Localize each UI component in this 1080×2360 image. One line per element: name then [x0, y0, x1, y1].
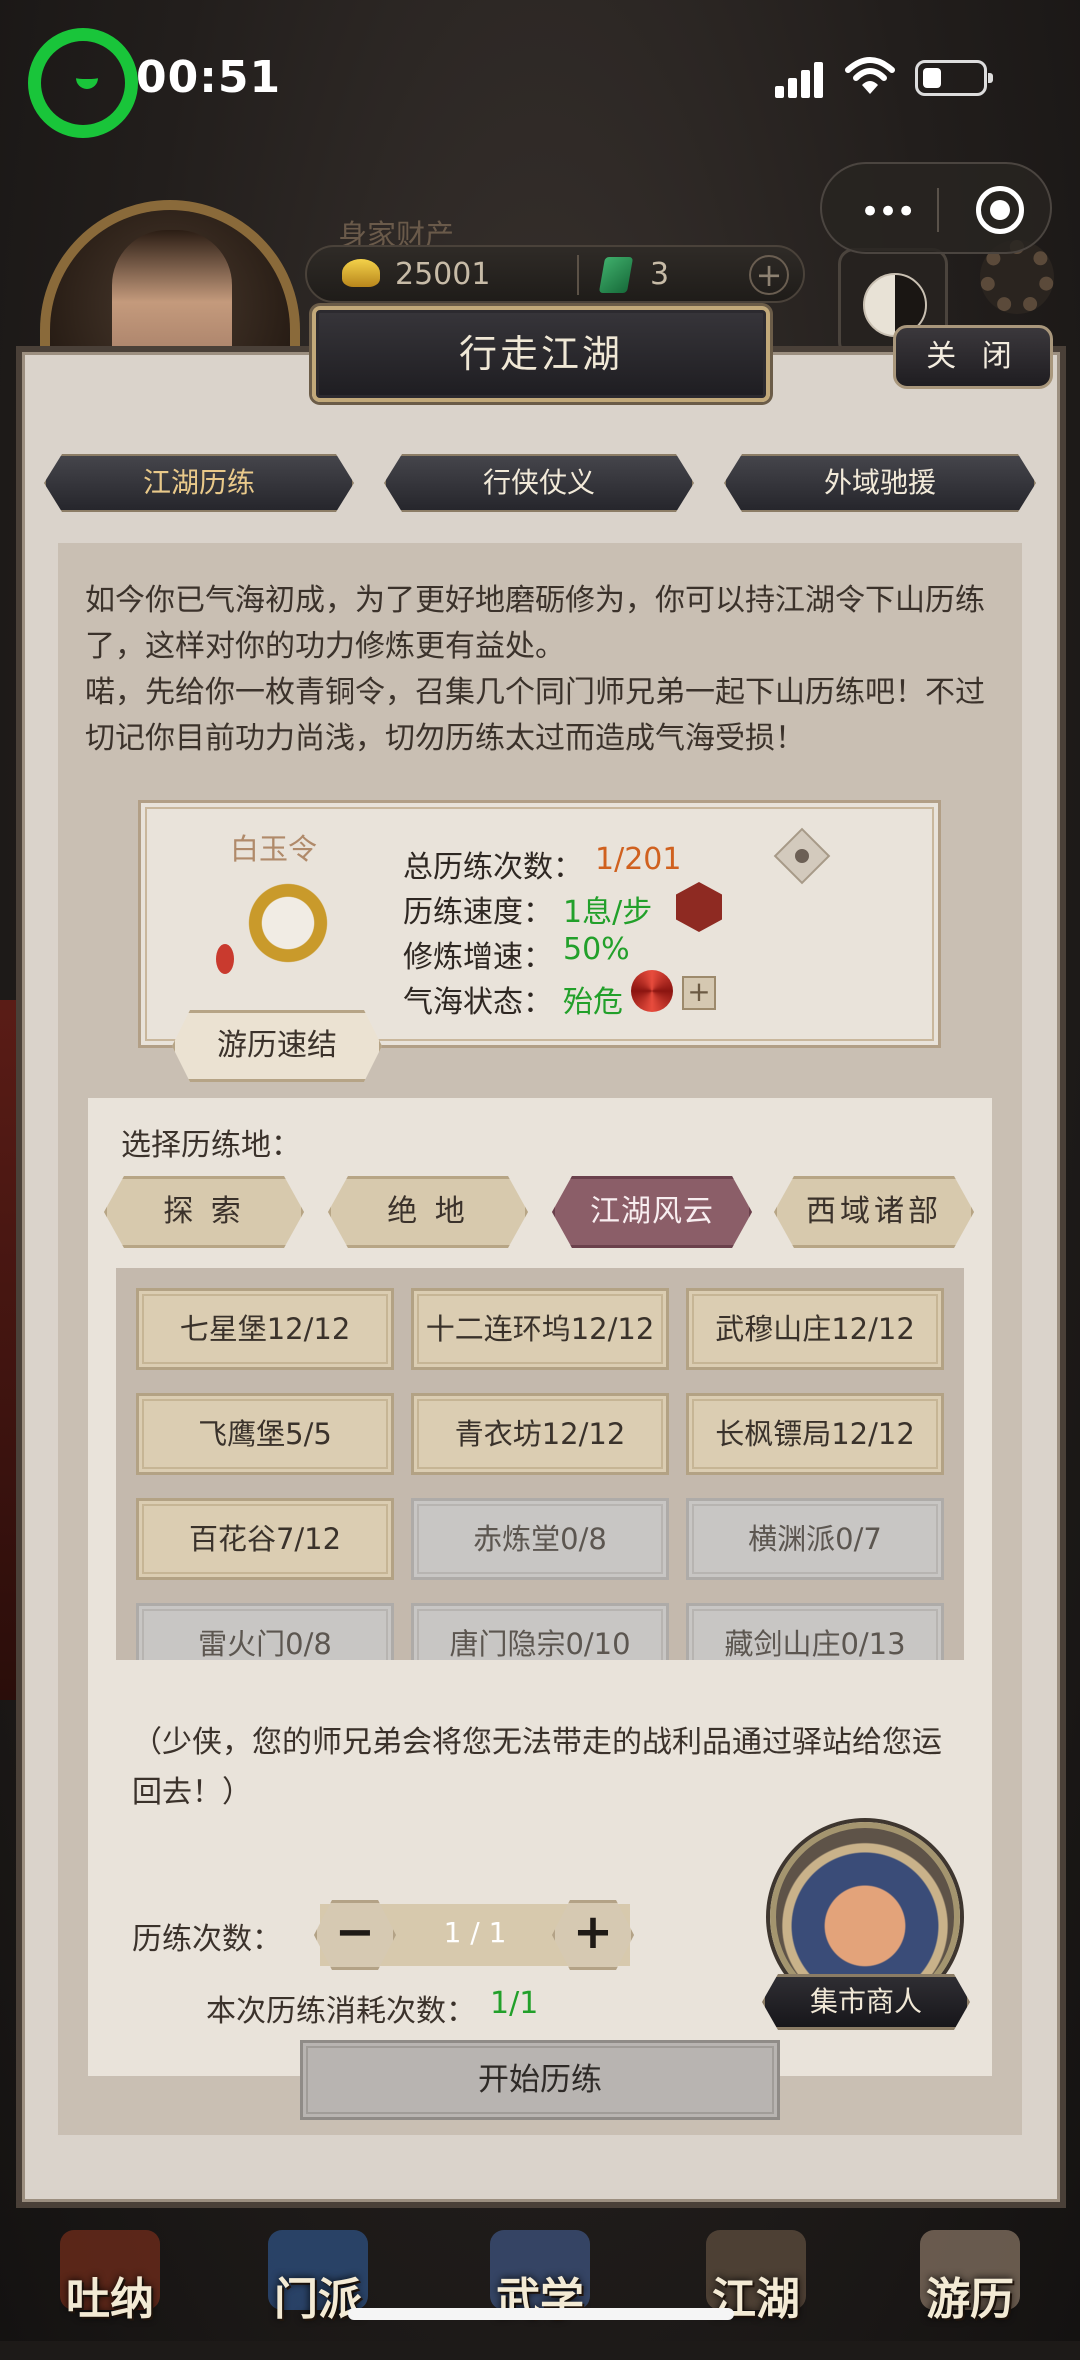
loot-note: （少侠，您的师兄弟会将您无法带走的战利品通过驿站给您运回去！）	[132, 1725, 942, 1810]
nav-item-tuna[interactable]: 吐纳	[20, 2230, 200, 2340]
miniprogram-capsule: •••	[820, 162, 1052, 254]
wifi-icon	[845, 57, 895, 94]
nav-item-jianghu[interactable]: 江湖	[666, 2230, 846, 2340]
stat-label-total: 总历练次数：	[403, 850, 583, 885]
intro-text: 如今你已气海初成，为了更好地磨砺修为，你可以持江湖令下山历练了，这样对你的功力修…	[85, 578, 1005, 762]
location-grid: 七星堡12/12 十二连环坞12/12 武穆山庄12/12 飞鹰堡5/5 青衣坊…	[116, 1268, 964, 1660]
gold-ingot-icon	[342, 259, 380, 287]
location-cell[interactable]: 七星堡12/12	[136, 1288, 394, 1370]
location-cell-locked[interactable]: 赤炼堂0/8	[411, 1498, 669, 1580]
gold-amount: 25001	[395, 257, 491, 292]
nav-item-sect[interactable]: 门派	[228, 2230, 408, 2340]
location-cell[interactable]: 十二连环坞12/12	[411, 1288, 669, 1370]
cellular-signal-icon	[775, 62, 823, 98]
tab-chivalry[interactable]: 行侠仗义	[384, 454, 694, 512]
location-cell-locked[interactable]: 藏剑山庄0/13	[686, 1603, 944, 1660]
stat-value-cultivation: 50%	[563, 932, 630, 967]
nav-item-martial-arts[interactable]: 武学	[450, 2230, 630, 2340]
intro-paragraph: 喏，先给你一枚青铜令，召集几个同门师兄弟一起下山历练吧！不过切记你目前功力尚浅，…	[85, 675, 985, 756]
location-cell-locked[interactable]: 唐门隐宗0/10	[411, 1603, 669, 1660]
tab-frontier-aid[interactable]: 外域驰援	[724, 454, 1036, 512]
region-tab-jedi[interactable]: 绝 地	[328, 1176, 528, 1248]
white-jade-token-image	[216, 878, 342, 978]
screen-recording-icon[interactable]	[28, 28, 138, 138]
count-value: 1 / 1	[443, 1916, 507, 1949]
qihai-swirl-icon	[631, 970, 673, 1012]
battery-icon	[915, 60, 993, 96]
location-cell[interactable]: 青衣坊12/12	[411, 1393, 669, 1475]
start-training-button[interactable]: 开始历练	[300, 2040, 780, 2120]
cost-label: 本次历练消耗次数：	[206, 1994, 476, 2029]
stat-value-speed: 1息/步	[563, 895, 653, 930]
status-time: 00:51	[136, 52, 282, 103]
qihai-plus-button[interactable]: +	[682, 976, 716, 1010]
stat-value-total: 1/201	[595, 842, 682, 877]
nav-label: 吐纳	[66, 2274, 154, 2325]
stat-label-cultivation: 修炼增速：	[403, 940, 553, 975]
tab-jianghu-training[interactable]: 江湖历练	[44, 454, 354, 512]
more-options-icon[interactable]: •••	[860, 192, 916, 232]
close-button[interactable]: 关 闭	[893, 325, 1053, 389]
cost-value: 1/1	[490, 1986, 539, 2021]
location-cell[interactable]: 百花谷7/12	[136, 1498, 394, 1580]
wealth-bar: 25001 3 +	[305, 245, 805, 303]
select-location-label: 选择历练地：	[121, 1128, 301, 1163]
quick-finish-button[interactable]: 游历速结	[172, 1010, 382, 1082]
stat-label-speed: 历练速度：	[403, 895, 553, 930]
add-currency-button[interactable]: +	[749, 255, 789, 295]
location-cell[interactable]: 长枫镖局12/12	[686, 1393, 944, 1475]
jade-amount: 3	[650, 257, 670, 292]
status-bar: 00:51	[0, 0, 1080, 150]
location-cell-locked[interactable]: 横渊派0/7	[686, 1498, 944, 1580]
token-name: 白玉令	[230, 832, 318, 866]
location-cell[interactable]: 武穆山庄12/12	[686, 1288, 944, 1370]
training-count-label: 历练次数：	[132, 1922, 282, 1957]
jade-token-icon	[598, 257, 634, 293]
stat-label-qihai: 气海状态：	[403, 985, 553, 1020]
region-tab-jianghu-fengyun[interactable]: 江湖风云	[552, 1176, 752, 1248]
nav-item-travel[interactable]: 游历	[880, 2230, 1060, 2340]
location-cell[interactable]: 飞鹰堡5/5	[136, 1393, 394, 1475]
intro-paragraph: 如今你已气海初成，为了更好地磨砺修为，你可以持江湖令下山历练了，这样对你的功力修…	[85, 583, 985, 664]
stat-value-qihai: 殆危	[563, 985, 623, 1020]
wealth-divider	[577, 255, 579, 295]
location-cell-locked[interactable]: 雷火门0/8	[136, 1603, 394, 1660]
region-tab-western-tribes[interactable]: 西域诸部	[774, 1176, 974, 1248]
nav-label: 游历	[926, 2274, 1014, 2325]
home-indicator[interactable]	[348, 2308, 734, 2320]
bottom-nav: 吐纳 门派 武学 江湖 游历	[0, 2220, 1080, 2341]
region-tab-explore[interactable]: 探 索	[104, 1176, 304, 1248]
modal-title: 行走江湖	[312, 306, 770, 402]
merchant-button[interactable]: 集市商人	[762, 1974, 970, 2030]
close-miniprogram-icon[interactable]	[976, 186, 1024, 234]
